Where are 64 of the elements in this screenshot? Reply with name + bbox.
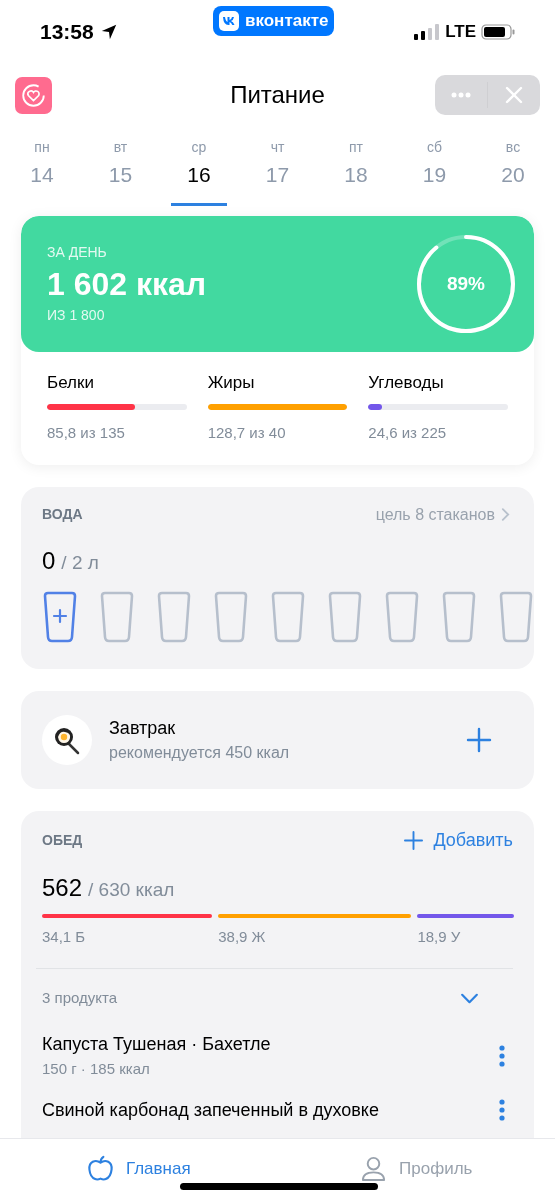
glass-icon <box>270 590 306 643</box>
macro-reading: 18,9 У <box>417 926 462 947</box>
meal-total: / 630 ккал <box>88 877 175 902</box>
vk-logo-icon <box>219 11 239 31</box>
calorie-target: ИЗ 1 800 <box>47 306 106 325</box>
more-vertical-icon[interactable] <box>499 1098 505 1121</box>
product-name: Свиной карбонад запеченный в духовке <box>42 1098 379 1122</box>
page-title: Питание <box>230 80 325 110</box>
glass-icon <box>327 590 363 643</box>
person-icon <box>360 1155 388 1182</box>
network-label: LTE <box>445 21 476 44</box>
meal-recommendation: рекомендуется 450 ккал <box>109 742 291 763</box>
macro-reading: 34,1 Б <box>42 926 87 947</box>
glass-icon <box>441 590 477 643</box>
tab-item[interactable]: Профиль <box>277 1139 555 1200</box>
add-icon[interactable] <box>466 726 492 753</box>
meal-name: Завтрак <box>109 716 177 740</box>
more-vertical-icon[interactable] <box>499 1044 505 1067</box>
glass-icon <box>156 590 192 643</box>
day-tab[interactable]: пт 18 <box>328 128 384 206</box>
plus-icon <box>404 830 424 850</box>
apple-icon <box>86 1155 114 1182</box>
macro-name: Жиры <box>207 372 256 394</box>
tab-item[interactable]: Главная <box>0 1139 278 1200</box>
glass-icon <box>213 590 249 643</box>
product-details: 150 г · 185 ккал <box>42 1058 151 1079</box>
day-tab[interactable]: пн 14 <box>14 128 70 206</box>
heart-app-icon[interactable] <box>15 76 52 114</box>
percent-label: 89% <box>447 271 485 296</box>
glass-icon <box>384 590 420 643</box>
water-amount: 0 <box>42 545 56 576</box>
section-title: ОБЕД <box>42 830 83 850</box>
add-link[interactable]: Добавить <box>404 826 513 854</box>
day-tab[interactable]: чт 17 <box>249 128 306 206</box>
day-tab[interactable]: вт 15 <box>92 128 149 206</box>
products-toggle[interactable]: 3 продукта <box>42 987 513 1010</box>
chevron-right-icon <box>501 507 510 522</box>
meal-eaten: 562 <box>42 872 83 903</box>
goal-link[interactable]: цель 8 стаканов <box>375 502 510 527</box>
section-title: ВОДА <box>42 505 83 524</box>
battery-icon <box>481 24 515 40</box>
signal-icon <box>414 24 441 40</box>
close-icon <box>505 86 523 104</box>
macro-name: Белки <box>47 372 95 394</box>
status-time: 13:58 <box>40 19 94 46</box>
glass-icon <box>99 590 135 643</box>
day-label: ЗА ДЕНЬ <box>47 243 108 262</box>
add-glass-button[interactable] <box>42 590 78 643</box>
macro-reading: 24,6 из 225 <box>368 423 448 443</box>
macro-name: Углеводы <box>368 372 445 394</box>
more-icon <box>451 92 471 98</box>
macro-reading: 38,9 Ж <box>218 926 267 947</box>
calorie-total: 1 602 ккал <box>47 265 207 304</box>
breakfast-card[interactable]: Завтрак рекомендуется 450 ккал <box>21 690 534 789</box>
macro-reading: 85,8 из 135 <box>47 423 126 443</box>
day-tab[interactable]: вс 20 <box>485 128 541 206</box>
macro-reading: 128,7 из 40 <box>207 423 287 443</box>
day-tab[interactable]: ср 16 <box>171 128 227 206</box>
frying-pan-icon <box>42 714 92 765</box>
glass-icon <box>498 590 534 643</box>
day-tab[interactable]: сб 19 <box>406 128 463 206</box>
water-total: / 2 л <box>61 550 99 575</box>
app-badge[interactable]: вконтакте <box>213 6 335 36</box>
product-name: Капуста Тушеная · Бахетле <box>42 1032 271 1056</box>
